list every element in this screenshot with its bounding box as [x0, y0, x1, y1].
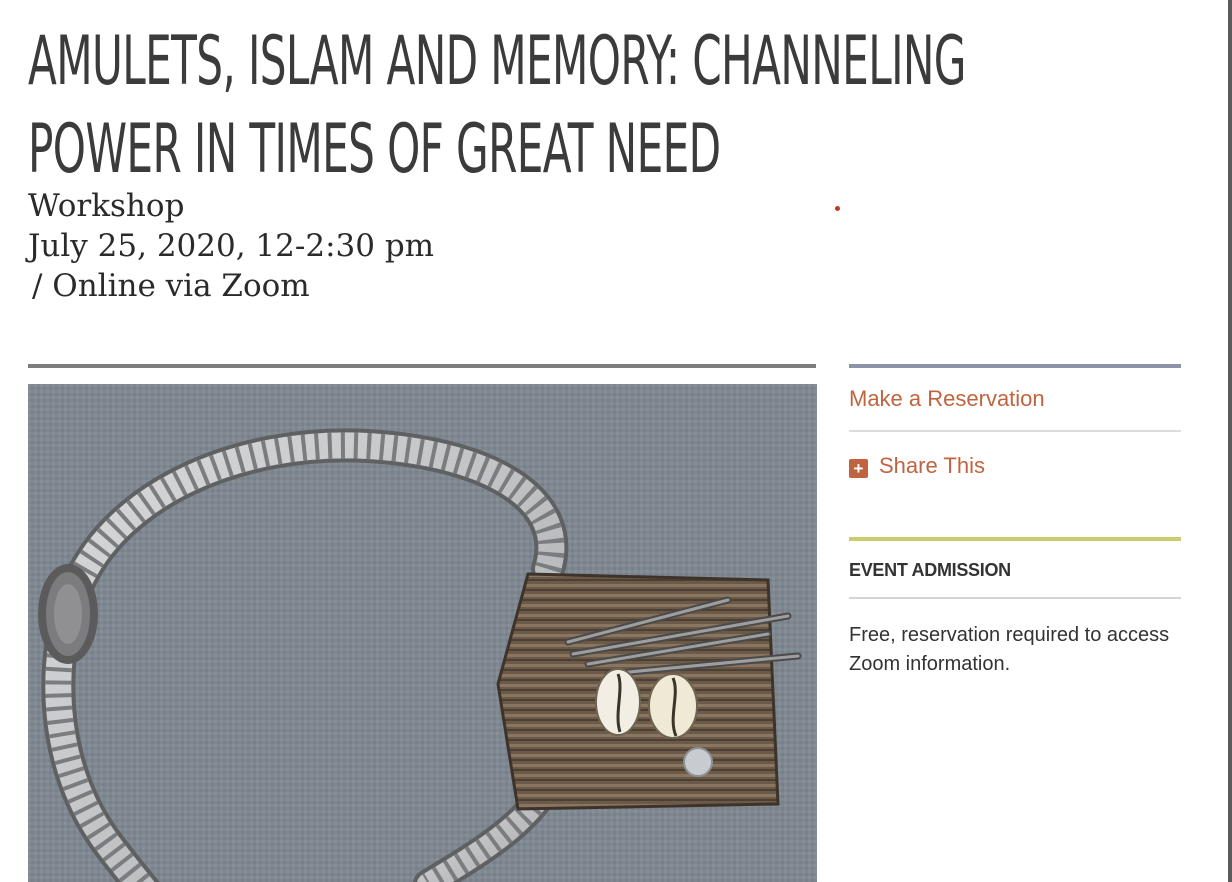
page-title: AMULETS, ISLAM AND MEMORY: CHANNELING PO…: [28, 18, 966, 194]
event-page: AMULETS, ISLAM AND MEMORY: CHANNELING PO…: [0, 0, 1232, 882]
make-reservation-link[interactable]: Make a Reservation: [849, 368, 1181, 432]
event-admission-heading: EVENT ADMISSION: [849, 541, 1181, 599]
event-date-time: July 25, 2020, 12-2:30 pm: [28, 228, 435, 264]
content-divider: [28, 364, 816, 368]
event-sidebar: Make a Reservation + Share This EVENT ADM…: [849, 364, 1181, 679]
event-type: Workshop: [28, 188, 185, 224]
title-line-2: POWER IN TIMES OF GREAT NEED: [28, 110, 721, 189]
title-line-1: AMULETS, ISLAM AND MEMORY: CHANNELING: [28, 22, 966, 101]
share-this-label: Share This: [879, 453, 985, 478]
share-this-button[interactable]: + Share This: [849, 432, 1181, 500]
event-admission-text: Free, reservation required to access Zoo…: [849, 624, 1170, 675]
window-edge: [1228, 0, 1232, 882]
plus-icon: +: [849, 459, 868, 478]
event-location: / Online via Zoom: [32, 268, 310, 304]
hero-image: [28, 384, 817, 882]
decorative-dot: [835, 206, 840, 211]
event-meta: Workshop July 25, 2020, 12-2:30 pm / Onl…: [28, 186, 434, 306]
